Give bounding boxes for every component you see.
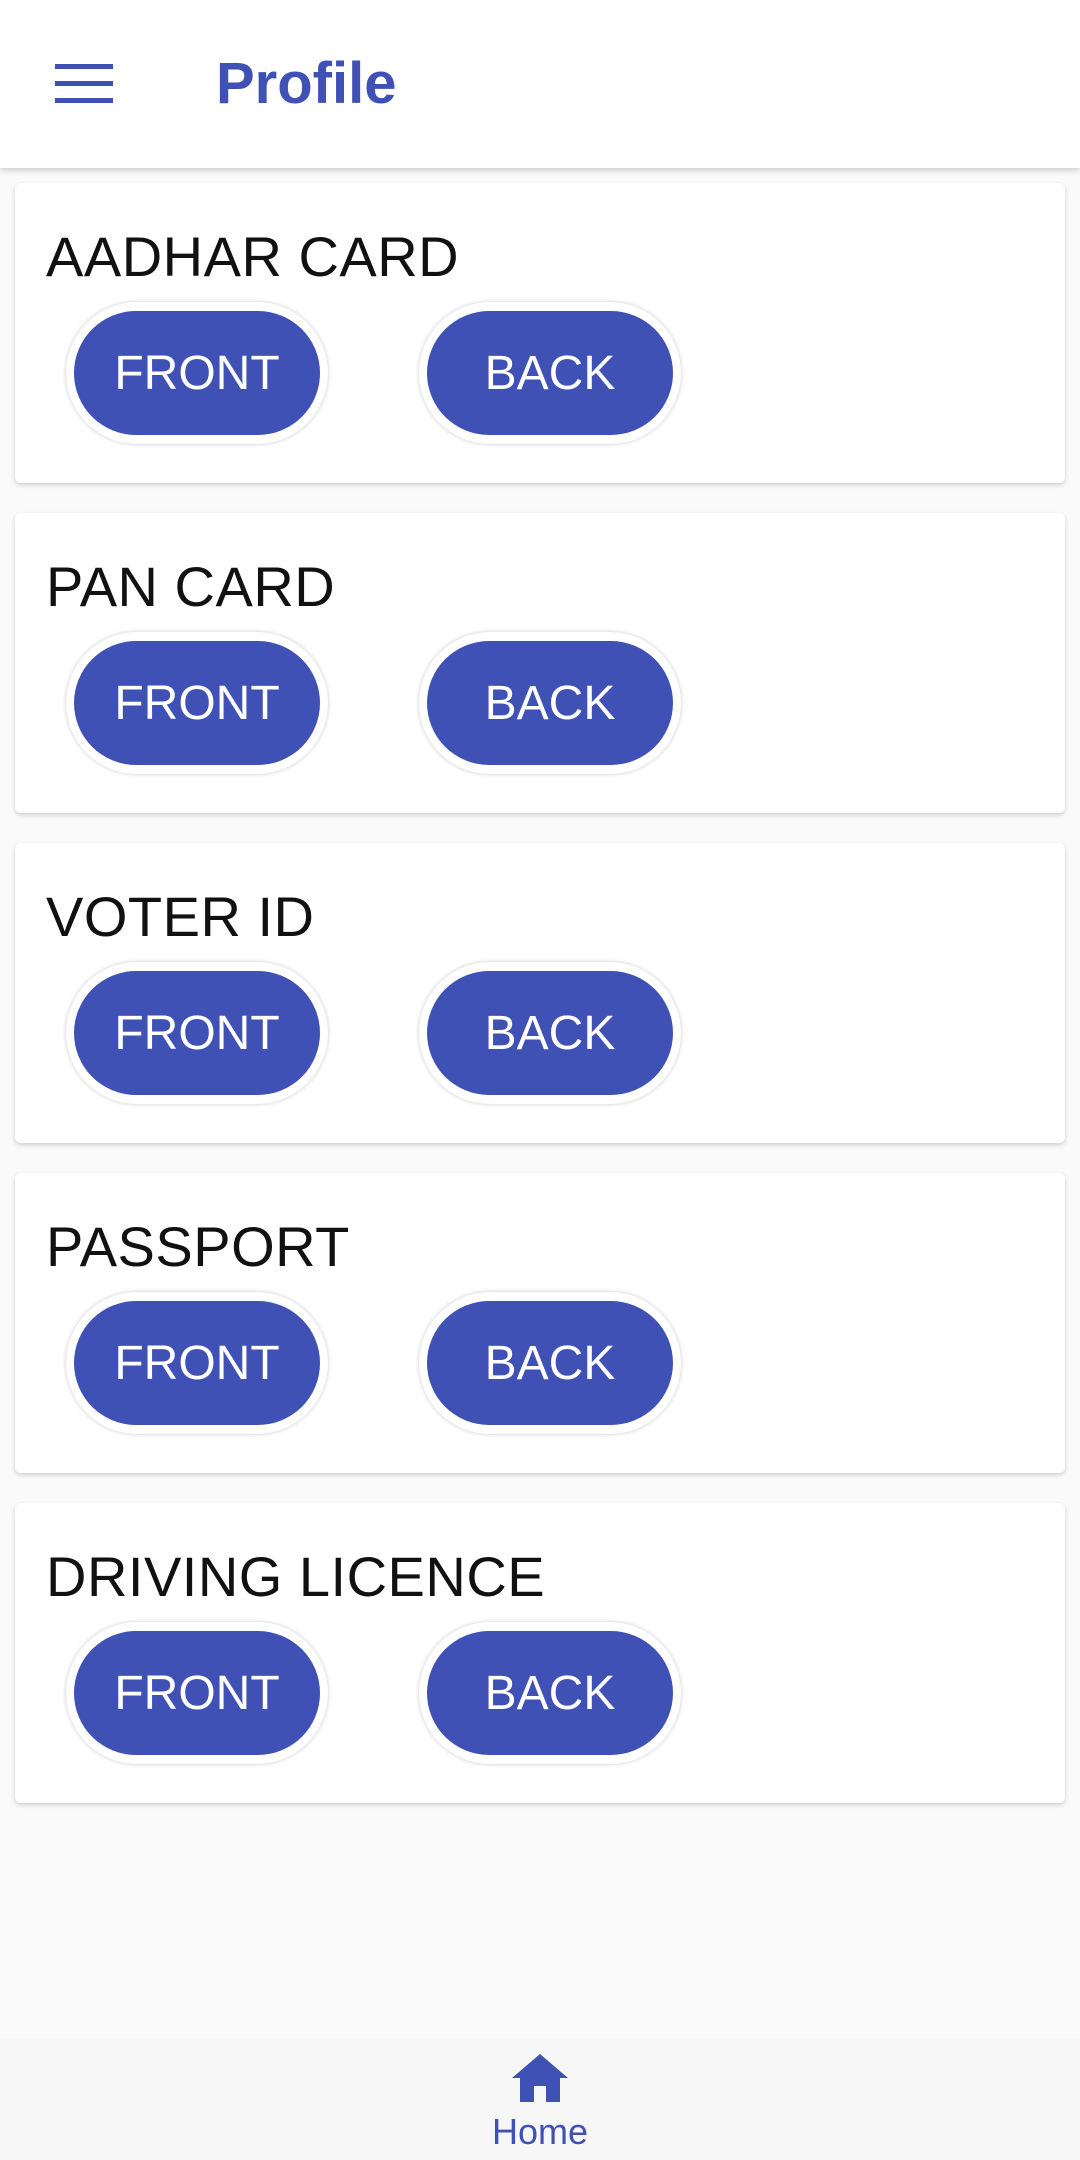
front-button[interactable]: FRONT: [74, 641, 320, 765]
document-card-pan: PAN CARD FRONT BACK: [15, 513, 1065, 813]
app-screen: Profile AADHAR CARD FRONT BACK PAN CARD …: [0, 0, 1080, 2160]
card-title: PAN CARD: [46, 555, 336, 618]
back-button[interactable]: BACK: [427, 641, 673, 765]
back-button[interactable]: BACK: [427, 311, 673, 435]
front-button-outline: FRONT: [66, 302, 328, 444]
back-button-outline: BACK: [419, 962, 681, 1104]
back-button-outline: BACK: [419, 632, 681, 774]
bottom-navigation: Home: [0, 2038, 1080, 2160]
back-button[interactable]: BACK: [427, 1301, 673, 1425]
document-card-passport: PASSPORT FRONT BACK: [15, 1173, 1065, 1473]
back-button-outline: BACK: [419, 1292, 681, 1434]
front-button[interactable]: FRONT: [74, 971, 320, 1095]
card-title: AADHAR CARD: [46, 225, 460, 288]
document-card-voter-id: VOTER ID FRONT BACK: [15, 843, 1065, 1143]
back-button-outline: BACK: [419, 1622, 681, 1764]
page-title: Profile: [216, 51, 397, 116]
document-card-aadhar: AADHAR CARD FRONT BACK: [15, 183, 1065, 483]
menu-button[interactable]: [40, 44, 128, 124]
back-button[interactable]: BACK: [427, 971, 673, 1095]
front-button[interactable]: FRONT: [74, 311, 320, 435]
document-card-driving-licence: DRIVING LICENCE FRONT BACK: [15, 1503, 1065, 1803]
front-button-outline: FRONT: [66, 1622, 328, 1764]
card-title: VOTER ID: [46, 885, 315, 948]
card-title: DRIVING LICENCE: [46, 1545, 546, 1608]
nav-item-label: Home: [491, 2111, 589, 2152]
back-button[interactable]: BACK: [427, 1631, 673, 1755]
back-button-outline: BACK: [419, 302, 681, 444]
hamburger-menu-icon: [55, 64, 113, 103]
home-icon: [512, 2054, 568, 2102]
card-title: PASSPORT: [46, 1215, 350, 1278]
top-app-bar: Profile: [0, 0, 1080, 168]
front-button[interactable]: FRONT: [74, 1301, 320, 1425]
nav-item-home[interactable]: Home: [430, 2038, 650, 2160]
front-button[interactable]: FRONT: [74, 1631, 320, 1755]
front-button-outline: FRONT: [66, 632, 328, 774]
front-button-outline: FRONT: [66, 962, 328, 1104]
front-button-outline: FRONT: [66, 1292, 328, 1434]
